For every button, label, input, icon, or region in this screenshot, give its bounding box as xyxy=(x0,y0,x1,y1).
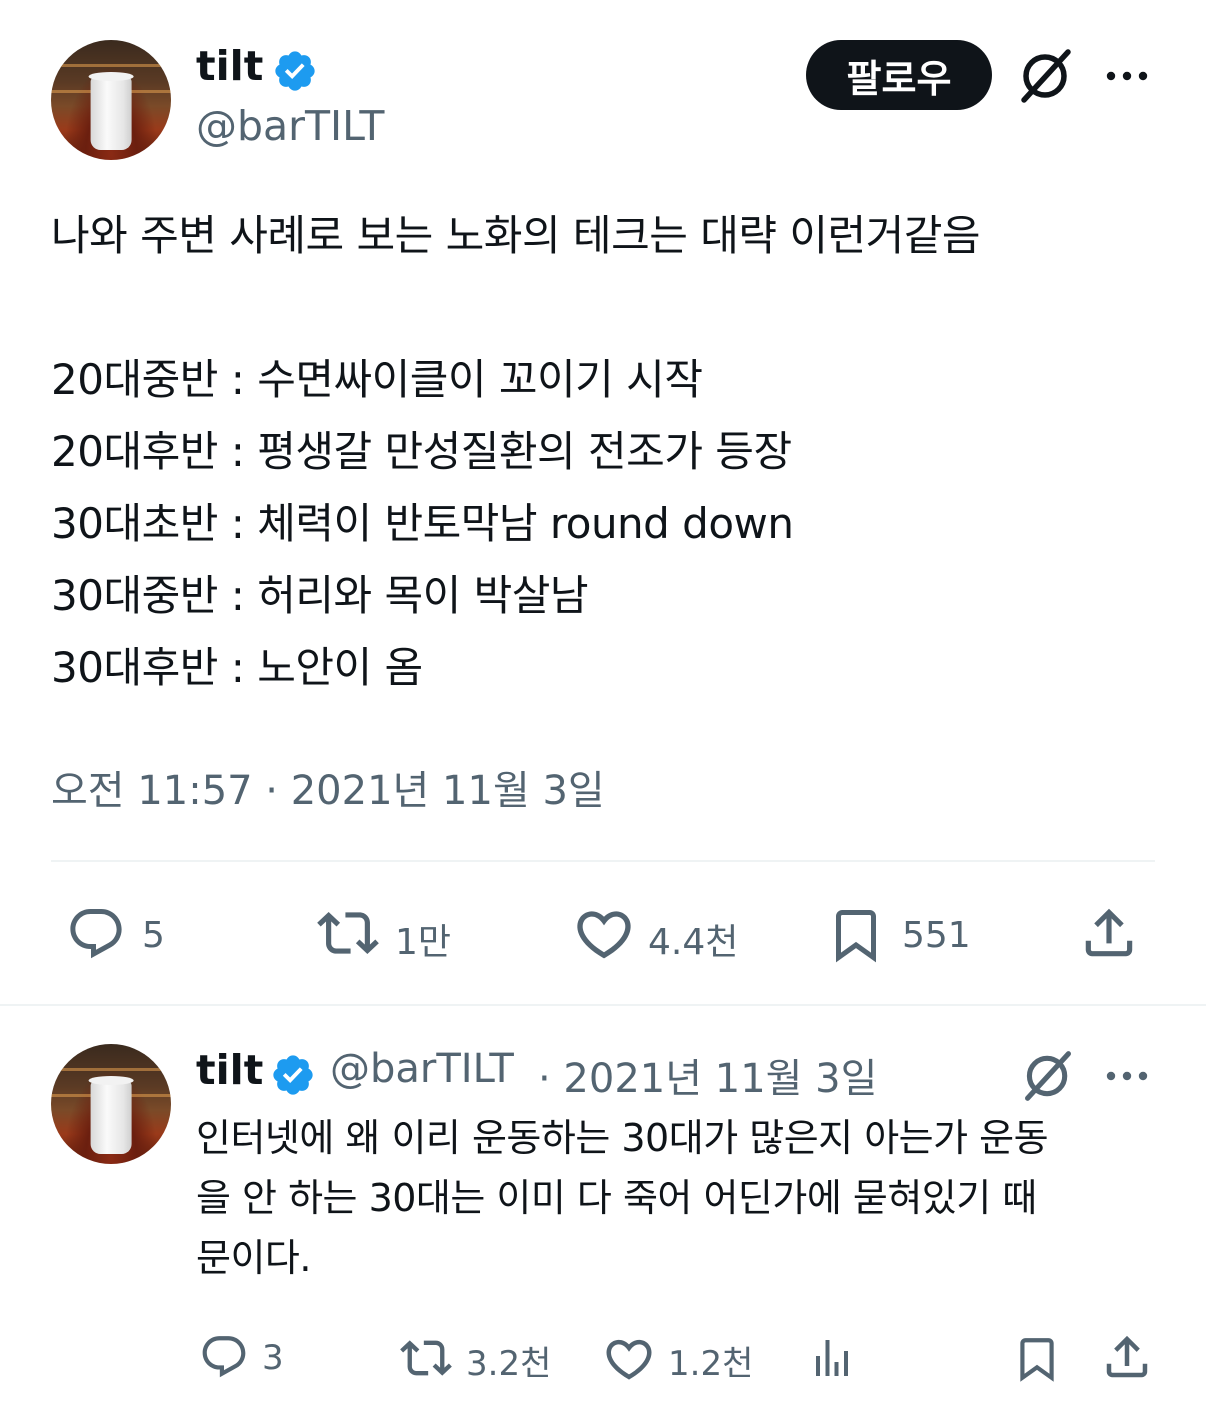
section-divider xyxy=(0,1004,1206,1006)
tweet-text: 나와 주변 사례로 보는 노화의 테크는 대략 이런거같음 20대중반 : 수면… xyxy=(51,200,1161,704)
verified-badge-icon xyxy=(272,48,318,94)
tweet-text-line xyxy=(51,272,1161,344)
author-name[interactable]: tilt xyxy=(196,42,263,90)
share-icon[interactable] xyxy=(1100,1330,1154,1388)
tweet-timestamp[interactable]: 오전 11:57 · 2021년 11월 3일 xyxy=(51,758,605,816)
bookmark-icon[interactable] xyxy=(826,902,886,972)
grok-icon[interactable] xyxy=(1016,48,1076,108)
retweet-count: 3.2천 xyxy=(466,1344,552,1384)
reply-count: 5 xyxy=(142,915,165,956)
author-handle[interactable]: @barTILT xyxy=(196,102,384,150)
tweet-text-line: 나와 주변 사례로 보는 노화의 테크는 대략 이런거같음 xyxy=(51,211,981,260)
like-icon[interactable] xyxy=(572,902,636,970)
more-icon[interactable] xyxy=(1104,68,1150,87)
reply-author-name[interactable]: tilt xyxy=(196,1046,263,1094)
bookmark-icon[interactable] xyxy=(1012,1332,1062,1390)
reply-text-line: 문이다. xyxy=(196,1236,311,1280)
reply-author-handle[interactable]: @barTILT xyxy=(330,1046,514,1092)
reply-icon[interactable] xyxy=(65,904,127,968)
bookmark-count: 551 xyxy=(902,915,971,956)
reply-text: 인터넷에 왜 이리 운동하는 30대가 많은지 아는가 운동 을 안 하는 30… xyxy=(196,1108,1166,1288)
tweet-text-line: 30대중반 : 허리와 목이 박살남 xyxy=(51,571,589,620)
like-icon[interactable] xyxy=(602,1332,656,1390)
reply-count: 3 xyxy=(262,1338,284,1378)
author-avatar[interactable] xyxy=(51,40,171,160)
follow-button[interactable]: 팔로우 xyxy=(806,40,992,110)
tweet-text-line: 30대초반 : 체력이 반토막남 round down xyxy=(51,499,794,548)
like-count: 1.2천 xyxy=(668,1344,754,1384)
more-icon[interactable] xyxy=(1104,1068,1150,1087)
reply-icon[interactable] xyxy=(198,1332,250,1386)
reply-text-line: 인터넷에 왜 이리 운동하는 30대가 많은지 아는가 운동 xyxy=(196,1116,1049,1160)
retweet-icon[interactable] xyxy=(397,1332,455,1388)
reply-date[interactable]: · 2021년 11월 3일 xyxy=(538,1046,877,1104)
reply-text-line: 을 안 하는 30대는 이미 다 죽어 어딘가에 묻혀있기 때 xyxy=(196,1176,1037,1220)
reply-author-avatar[interactable] xyxy=(51,1044,171,1164)
grok-icon[interactable] xyxy=(1018,1050,1078,1106)
retweet-icon[interactable] xyxy=(313,902,383,968)
like-count: 4.4천 xyxy=(648,922,739,963)
tweet-text-line: 20대후반 : 평생갈 만성질환의 전조가 등장 xyxy=(51,427,792,476)
retweet-count: 1만 xyxy=(395,922,452,963)
tweet-text-line: 30대후반 : 노안이 옴 xyxy=(51,643,423,692)
tweet-text-line: 20대중반 : 수면싸이클이 꼬이기 시작 xyxy=(51,355,703,404)
share-icon[interactable] xyxy=(1078,902,1140,968)
views-icon[interactable] xyxy=(808,1334,856,1386)
divider xyxy=(51,860,1155,862)
verified-badge-icon xyxy=(270,1052,316,1098)
